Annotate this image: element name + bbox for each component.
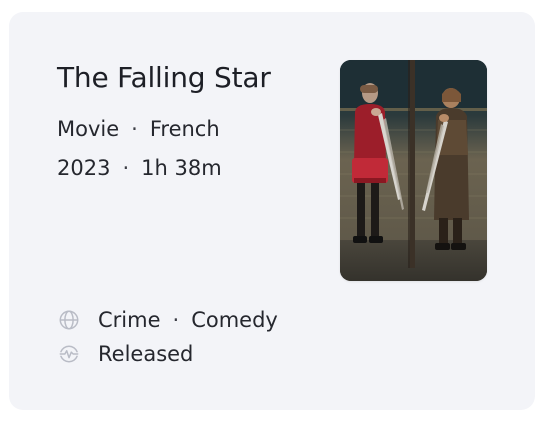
media-type-language: Movie · French (57, 115, 220, 143)
separator-dot: · (172, 308, 180, 332)
status-row: Released (57, 340, 193, 368)
media-year-runtime: 2023 · 1h 38m (57, 154, 222, 182)
media-card: The Falling Star Movie · French 2023 · 1h 38… (9, 12, 535, 410)
pulse-icon (57, 342, 81, 366)
media-title: The Falling Star (57, 61, 271, 94)
media-year: 2023 (57, 156, 111, 180)
globe-icon (57, 308, 81, 332)
media-type: Movie (57, 117, 120, 141)
poster-image[interactable] (340, 60, 487, 281)
status-label: Released (98, 342, 194, 366)
genre-item[interactable]: Comedy (191, 308, 278, 332)
media-language: French (149, 117, 220, 141)
separator-dot: · (122, 156, 130, 180)
media-runtime: 1h 38m (141, 156, 222, 180)
genre-item[interactable]: Crime (98, 308, 161, 332)
genres-row: Crime · Comedy (57, 306, 278, 334)
separator-dot: · (131, 117, 138, 141)
